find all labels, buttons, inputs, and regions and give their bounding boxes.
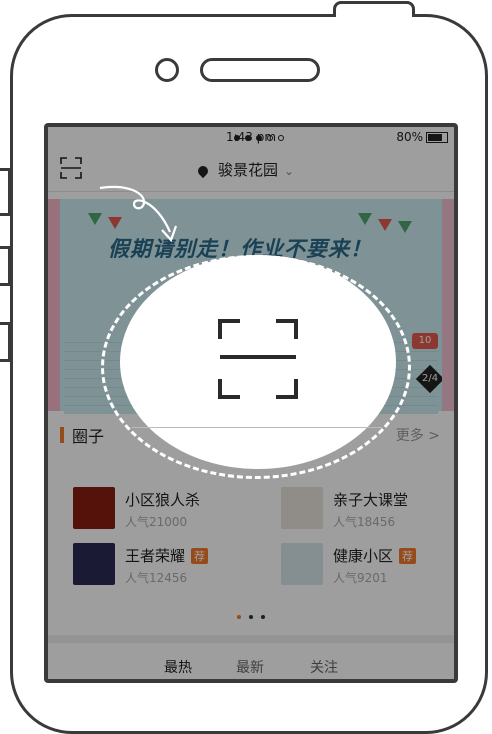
mute-switch [0, 168, 11, 216]
guide-arrow-icon [99, 185, 178, 243]
scan-icon [218, 319, 298, 399]
power-button [333, 1, 415, 17]
phone-screen: 1:43 pm 80% 骏景花园 ⌄ 假期请别走！作业不要来！ 10 2/4 圈… [44, 123, 458, 683]
front-camera [155, 58, 179, 82]
volume-up-button [0, 246, 11, 286]
app-screen: 1:43 pm 80% 骏景花园 ⌄ 假期请别走！作业不要来！ 10 2/4 圈… [48, 127, 454, 679]
guide-divider [132, 427, 382, 428]
volume-down-button [0, 322, 11, 362]
earpiece-speaker [200, 58, 320, 82]
